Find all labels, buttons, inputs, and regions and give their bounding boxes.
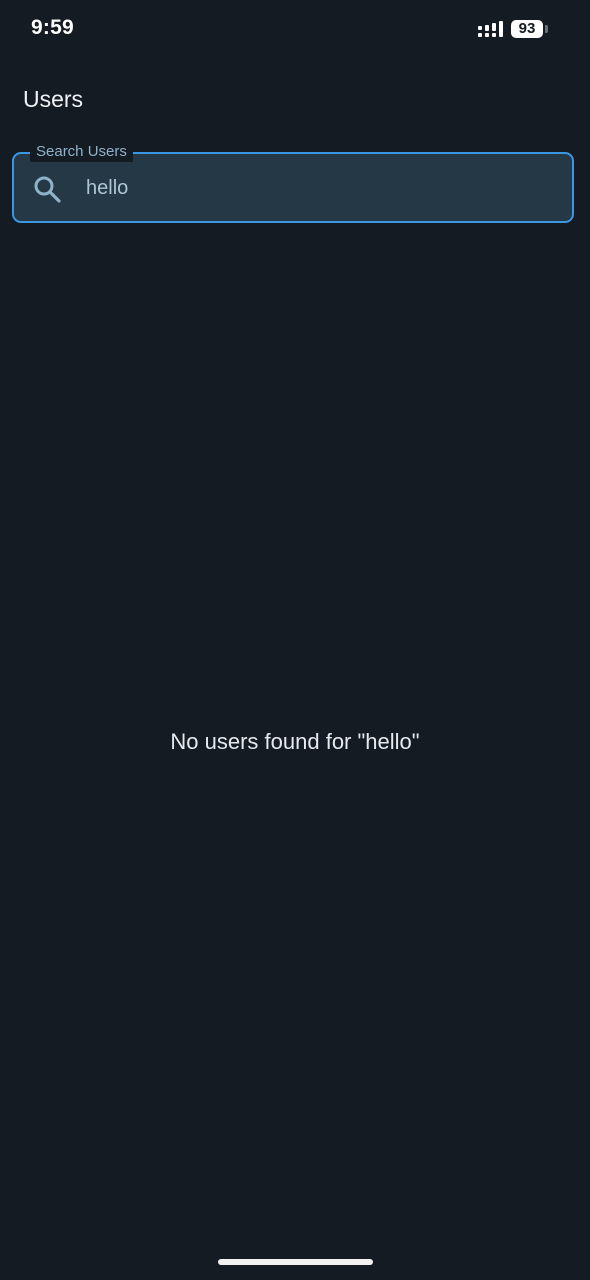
- page-title: Users: [23, 86, 84, 112]
- battery-tip: [545, 25, 548, 33]
- signal-icon: [478, 21, 503, 37]
- search-input[interactable]: [86, 167, 546, 209]
- search-field[interactable]: Search Users: [12, 142, 574, 223]
- status-bar: 9:59 93: [0, 0, 590, 60]
- search-label: Search Users: [30, 142, 133, 162]
- status-time: 9:59: [31, 16, 74, 39]
- search-icon: [34, 176, 61, 203]
- battery-indicator: 93: [511, 20, 543, 38]
- empty-state-message: No users found for "hello": [170, 729, 420, 754]
- home-indicator[interactable]: [218, 1259, 373, 1265]
